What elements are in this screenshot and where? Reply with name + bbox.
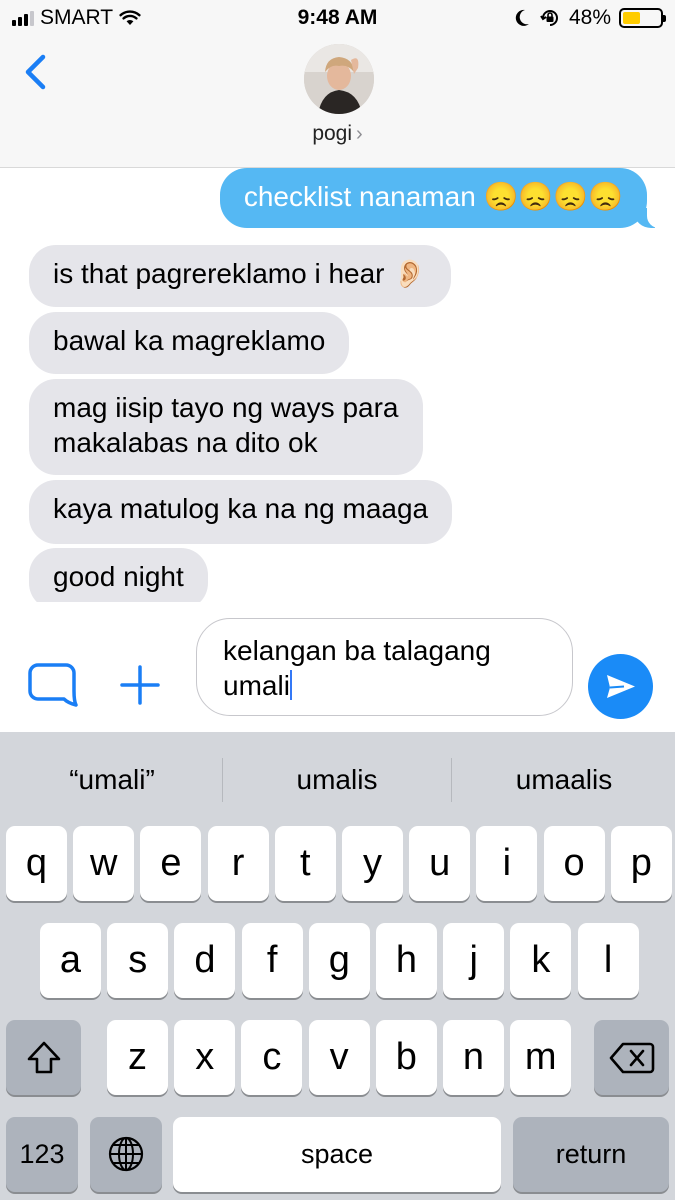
return-key[interactable]: return: [513, 1117, 669, 1192]
app-store-icon[interactable]: [28, 663, 78, 707]
space-key[interactable]: space: [173, 1117, 501, 1192]
orientation-lock-icon: [540, 10, 558, 26]
key-j[interactable]: j: [443, 923, 505, 998]
key-h[interactable]: h: [376, 923, 437, 998]
message-bubble-received[interactable]: is that pagrereklamo i hear 👂🏻: [29, 245, 452, 307]
message-bubble-received[interactable]: mag iisip tayo ng ways para makalabas na…: [29, 379, 423, 475]
keyboard: “umali” umalis umaalis qwertyuiop asdfghj…: [0, 732, 675, 1200]
key-l[interactable]: l: [577, 923, 639, 998]
message-bubble-sent[interactable]: checklist nanaman 😞😞😞😞: [219, 168, 662, 228]
message-text: is that pagrereklamo i hear 👂🏻: [53, 258, 428, 289]
message-input[interactable]: kelangan ba talagang umali: [196, 618, 573, 716]
message-text: bawal ka magreklamo: [53, 325, 326, 356]
key-r[interactable]: r: [207, 826, 269, 901]
key-g[interactable]: g: [308, 923, 370, 998]
key-c[interactable]: c: [241, 1020, 303, 1095]
key-s[interactable]: s: [107, 923, 169, 998]
plus-icon[interactable]: [118, 663, 162, 707]
globe-key[interactable]: [90, 1117, 162, 1192]
message-list: checklist nanaman 😞😞😞😞 is that pagrerekl…: [0, 168, 675, 602]
status-right: 48%: [513, 6, 666, 30]
message-bubble-received[interactable]: bawal ka magreklamo: [29, 312, 350, 374]
message-text: kaya matulog ka na ng maaga: [53, 493, 429, 524]
key-m[interactable]: m: [510, 1020, 572, 1095]
suggestion-bar: “umali” umalis umaalis: [0, 732, 675, 822]
key-y[interactable]: y: [342, 826, 403, 901]
contact-name: pogi: [312, 122, 353, 145]
key-t[interactable]: t: [274, 826, 336, 901]
key-q[interactable]: q: [6, 826, 67, 901]
conversation-header: pogi ›: [0, 40, 675, 168]
key-u[interactable]: u: [409, 826, 471, 901]
input-text-line1: kelangan ba talagang: [223, 635, 491, 666]
suggestion-divider: [222, 758, 223, 802]
suggestion-1[interactable]: “umali”: [0, 732, 224, 822]
message-bubble-received[interactable]: good night: [29, 548, 208, 602]
contact-avatar[interactable]: [304, 44, 374, 114]
moon-icon: [515, 9, 529, 26]
globe-icon: [108, 1136, 144, 1172]
key-e[interactable]: e: [140, 826, 202, 901]
key-o[interactable]: o: [543, 826, 605, 901]
suggestion-3[interactable]: umaalis: [452, 732, 675, 822]
message-text-line2: makalabas na dito ok: [53, 427, 318, 458]
text-caret: [289, 670, 292, 700]
send-arrow-icon: [607, 675, 635, 698]
status-bar: SMART 9:48 AM 48%: [0, 0, 675, 40]
key-v[interactable]: v: [308, 1020, 370, 1095]
key-a[interactable]: a: [40, 923, 101, 998]
key-w[interactable]: w: [73, 826, 135, 901]
chevron-right-icon: ›: [356, 123, 363, 145]
input-text-line2: umali: [223, 670, 290, 701]
avatar-photo: [304, 44, 374, 114]
key-p[interactable]: p: [610, 826, 672, 901]
send-button[interactable]: [588, 654, 653, 719]
battery-icon: [619, 8, 666, 28]
battery-percent: 48%: [568, 6, 611, 29]
key-z[interactable]: z: [107, 1020, 168, 1095]
message-text: mag iisip tayo ng ways para: [53, 392, 399, 423]
suggestion-2[interactable]: umalis: [225, 732, 449, 822]
chevron-left-icon[interactable]: [18, 52, 54, 92]
key-k[interactable]: k: [510, 923, 572, 998]
message-bubble-received[interactable]: kaya matulog ka na ng maaga: [29, 480, 453, 544]
contact-name-row[interactable]: pogi ›: [0, 122, 675, 146]
key-i[interactable]: i: [476, 826, 538, 901]
key-d[interactable]: d: [174, 923, 236, 998]
delete-key[interactable]: [594, 1020, 669, 1095]
shift-icon: [27, 1041, 60, 1074]
key-f[interactable]: f: [241, 923, 303, 998]
key-x[interactable]: x: [174, 1020, 236, 1095]
message-text: checklist nanaman 😞😞😞😞: [243, 181, 623, 212]
message-text: good night: [53, 561, 184, 592]
backspace-icon: [609, 1042, 654, 1074]
key-b[interactable]: b: [375, 1020, 437, 1095]
key-n[interactable]: n: [443, 1020, 504, 1095]
shift-key[interactable]: [6, 1020, 81, 1095]
numbers-key[interactable]: 123: [6, 1117, 78, 1192]
